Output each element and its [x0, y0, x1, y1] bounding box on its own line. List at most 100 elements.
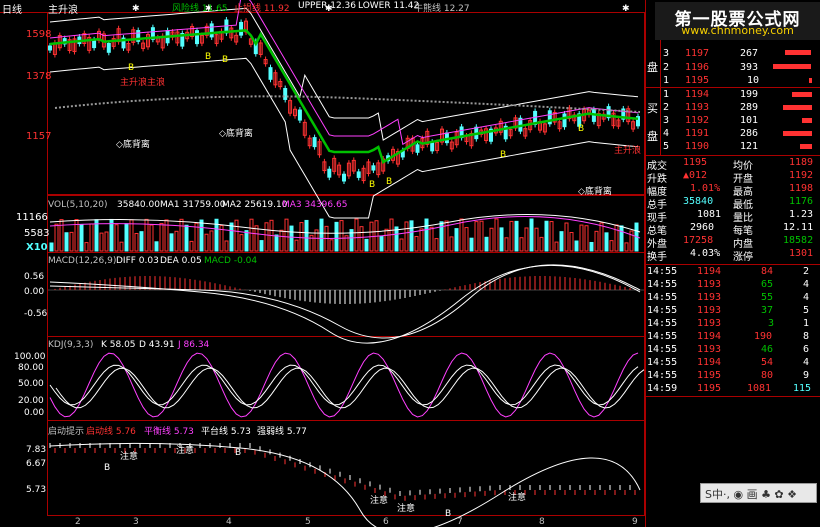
star-marker: ✱	[622, 4, 630, 14]
chart-area[interactable]: ✱ ✱ ✱ ✱ 日线 主升浪 风险线 11.65 止损线 11.92 UPPER 12…	[0, 0, 645, 527]
bid-row[interactable]: 2 1193 289	[645, 102, 820, 115]
volume-bar	[534, 227, 539, 252]
vol-ma1: MA1 31759.00	[160, 200, 226, 210]
candle-body	[430, 141, 435, 152]
macd-diff-line	[49, 264, 641, 344]
volume-bar	[494, 218, 499, 252]
candle-body	[562, 113, 567, 128]
ask-row[interactable]: 1 1195 10	[645, 75, 820, 88]
attention-mark: 注意	[120, 452, 139, 462]
volume-bar	[69, 231, 74, 252]
volume-bar	[224, 240, 229, 252]
x-axis-label: 5	[305, 517, 311, 527]
candle-body	[92, 39, 97, 49]
vol-ma3: MA3 34396.65	[282, 200, 348, 210]
startup-buy-mark: B	[235, 448, 242, 458]
volume-bar	[259, 240, 264, 252]
volume-bar	[104, 231, 109, 252]
volume-bar	[604, 232, 609, 252]
tick-row[interactable]: 14:55 1194 84 2	[645, 266, 820, 279]
window-title: 日线	[2, 5, 22, 16]
ime-toolbar-label[interactable]: S中·, ◉ 画 ♣ ✿ ❖	[705, 486, 797, 502]
legend-stoploss-line: 止损线 11.92	[234, 4, 290, 14]
volume-bar	[574, 240, 579, 252]
vol-ma2: MA2 25619.10	[222, 200, 288, 210]
startup-buy-mark: B	[445, 509, 452, 519]
ask-row[interactable]: 3 1197 267	[645, 48, 820, 61]
volume-bar	[124, 223, 129, 252]
tick-row[interactable]: 14:55 1193 65 4	[645, 279, 820, 292]
candle-body	[327, 168, 332, 178]
bid-row[interactable]: 1 1194 199	[645, 89, 820, 102]
kdj-d-line	[55, 367, 645, 409]
bid-row[interactable]: 5 1190 121	[645, 141, 820, 154]
volume-bar	[429, 226, 434, 252]
kdj-title: KDJ(9,3,3)	[48, 340, 94, 350]
kdj-y-label: 100.00	[14, 352, 46, 362]
stat-row: 换手 4.03% 涨停 1301	[647, 248, 814, 263]
volume-bar	[589, 241, 594, 252]
ime-toolbar[interactable]: S中·, ◉ 画 ♣ ✿ ❖	[700, 483, 817, 503]
bid-row[interactable]: 3 1192 101	[645, 115, 820, 128]
volume-bar	[524, 227, 529, 252]
candle-body	[371, 165, 376, 171]
x-axis-label: 9	[632, 517, 638, 527]
volume-bar	[469, 237, 474, 252]
volume-bar	[479, 220, 484, 252]
x-axis-label: 8	[539, 517, 545, 527]
stat-row: 现手 1081 量比 1.23	[647, 209, 814, 224]
volume-bar	[609, 240, 614, 252]
volume-bar	[204, 233, 209, 252]
bottom-divergence-annotation: ◇底背离	[219, 129, 253, 139]
legend-upper: UPPER 12.36	[298, 1, 357, 11]
volume-bar	[419, 228, 424, 252]
volume-bar	[254, 225, 259, 252]
tick-row[interactable]: 14:55 1194 190 8	[645, 331, 820, 344]
volume-bar	[409, 220, 414, 252]
tick-row[interactable]: 14:59 1195 1081 115	[645, 383, 820, 396]
legend-lower: LOWER 11.42	[358, 1, 420, 11]
ask-row[interactable]: 2 1196 393	[645, 62, 820, 75]
volume-bar	[564, 222, 569, 252]
candle-body	[106, 42, 111, 53]
startup-buy-mark: B	[104, 463, 111, 473]
volume-bar	[599, 222, 604, 252]
volume-bar	[339, 220, 344, 252]
volume-bar	[184, 224, 189, 252]
volume-bar	[334, 221, 339, 252]
tick-row[interactable]: 14:55 1194 54 4	[645, 357, 820, 370]
strength-line-curve	[49, 442, 641, 527]
legend-bullbear-line: 牛熊线 12.27	[414, 4, 470, 14]
tick-row[interactable]: 14:55 1193 37 5	[645, 305, 820, 318]
macd-y-label: 0.00	[24, 287, 45, 297]
stat-row: 总手 35840 最低 1176	[647, 196, 814, 211]
price-y-label: 1598	[26, 29, 52, 40]
startup-y-label: 5.73	[26, 485, 47, 495]
price-y-label: 1157	[26, 131, 52, 142]
volume-bar	[229, 222, 234, 252]
legend-risk-line: 风险线 11.65	[172, 4, 228, 14]
volume-bar	[569, 232, 574, 252]
volume-bar	[109, 218, 114, 252]
balance-line: 平衡线 5.73	[144, 427, 194, 437]
x-axis-label: 6	[383, 517, 389, 527]
tick-row[interactable]: 14:55 1195 80 9	[645, 370, 820, 383]
buy-mark: B	[205, 52, 212, 62]
volume-bar	[594, 230, 599, 252]
macd-y-label: -0.56	[24, 309, 48, 319]
volume-bar	[174, 230, 179, 252]
volume-bar	[94, 219, 99, 252]
volume-bar	[504, 237, 509, 252]
tick-row[interactable]: 14:55 1193 3 1	[645, 318, 820, 331]
vol-y-label: 5583	[24, 228, 50, 239]
volume-bar	[359, 226, 364, 252]
bid-row[interactable]: 4 1191 286	[645, 128, 820, 141]
tick-row[interactable]: 14:55 1193 55 4	[645, 292, 820, 305]
buy-mark: B	[128, 63, 135, 73]
tick-row[interactable]: 14:55 1193 46 6	[645, 344, 820, 357]
volume-bar	[454, 228, 459, 252]
volume-bar	[234, 219, 239, 252]
x-axis-label: 4	[226, 517, 232, 527]
candle-body	[283, 88, 288, 100]
candle-body	[268, 67, 273, 80]
